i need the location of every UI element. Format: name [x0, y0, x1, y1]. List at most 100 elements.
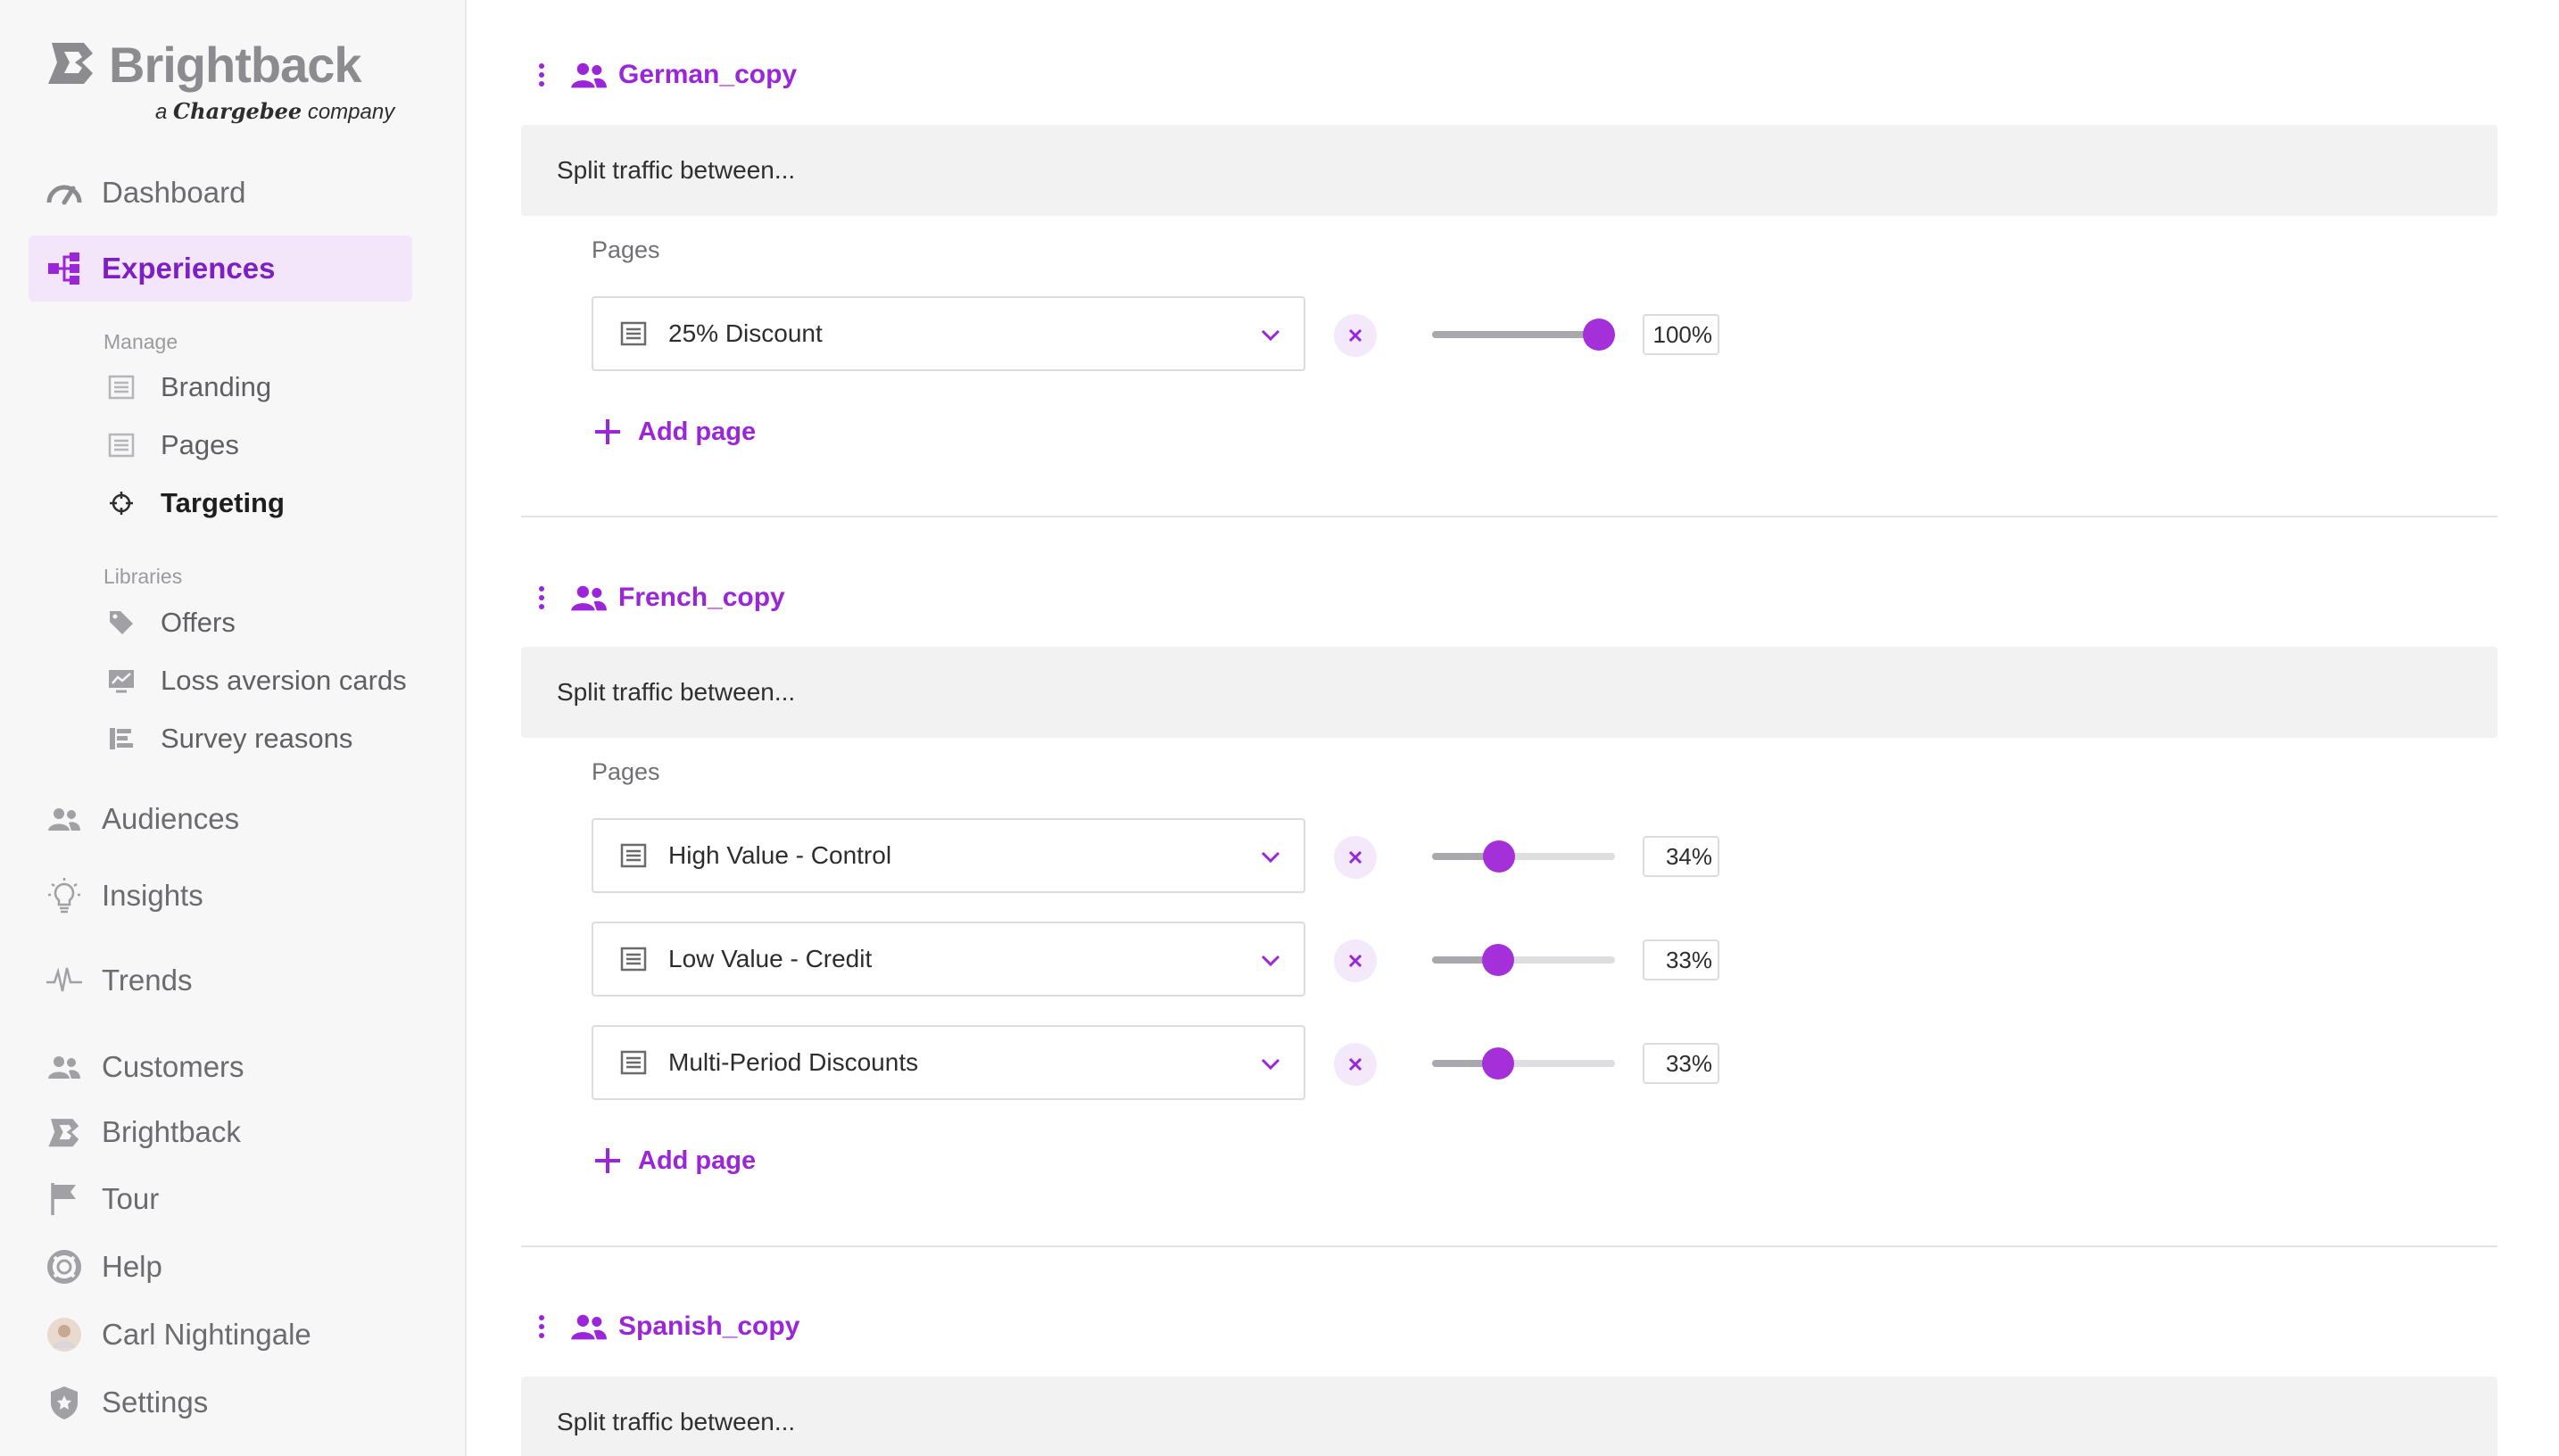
document-icon [620, 843, 647, 868]
traffic-slider[interactable] [1432, 1047, 1615, 1080]
add-page-label: Add page [638, 417, 757, 446]
slider-thumb[interactable] [1481, 944, 1514, 976]
percent-input[interactable]: 33% [1643, 1043, 1719, 1084]
group-divider [521, 516, 2497, 517]
nav-item-settings[interactable]: Settings [29, 1369, 412, 1435]
document-icon [620, 947, 647, 972]
nav-item-offers[interactable]: Offers [105, 600, 236, 645]
page-select[interactable]: 25% Discount [592, 296, 1305, 371]
plus-icon [595, 419, 620, 444]
nav-label-dashboard: Dashboard [102, 176, 246, 209]
traffic-slider[interactable] [1432, 318, 1615, 351]
nav-item-customers[interactable]: Customers [29, 1034, 412, 1100]
nav-item-help[interactable]: Help [29, 1234, 412, 1300]
close-icon [1348, 850, 1362, 864]
flow-tree-icon [45, 249, 84, 288]
nav-label-audiences: Audiences [102, 802, 240, 835]
nav-item-audiences[interactable]: Audiences [29, 786, 412, 852]
document-icon [620, 321, 647, 346]
chevron-down-icon [1261, 955, 1280, 967]
kebab-menu-icon[interactable] [533, 57, 551, 93]
chart-card-icon [105, 665, 137, 697]
nav-item-branding[interactable]: Branding [105, 365, 271, 410]
slider-thumb[interactable] [1583, 318, 1615, 351]
remove-page-button[interactable] [1334, 836, 1377, 879]
nav-item-dashboard[interactable]: Dashboard [29, 160, 412, 226]
add-page-button[interactable]: Add page [592, 1138, 756, 1183]
add-page-label: Add page [638, 1146, 757, 1175]
split-traffic-label: Split traffic between... [557, 1408, 796, 1435]
nav-label-trends: Trends [102, 964, 193, 997]
nav-item-targeting[interactable]: Targeting [105, 481, 285, 525]
remove-page-button[interactable] [1334, 314, 1377, 357]
group-name[interactable]: Spanish_copy [618, 1311, 799, 1342]
brightback-logo-icon [48, 43, 93, 84]
percent-input[interactable]: 33% [1643, 939, 1719, 980]
kebab-menu-icon[interactable] [533, 1309, 551, 1344]
nav-item-experiences[interactable]: Experiences [29, 236, 412, 302]
nav-label-targeting: Targeting [161, 487, 285, 518]
nav-label-brightback: Brightback [102, 1115, 241, 1148]
kebab-menu-icon[interactable] [533, 580, 551, 616]
percent-input[interactable]: 34% [1643, 836, 1719, 877]
page-select[interactable]: Low Value - Credit [592, 922, 1305, 997]
close-icon [1348, 328, 1362, 343]
flag-icon [45, 1179, 84, 1219]
section-label-manage: Manage [104, 330, 178, 353]
brightback-logo[interactable]: Brightback a Chargebee company [46, 36, 421, 134]
nav-label-user: Carl Nightingale [102, 1318, 311, 1351]
split-traffic-bar: Split traffic between... [521, 1377, 2497, 1456]
percent-input[interactable]: 100% [1643, 314, 1719, 355]
page-select-value: Low Value - Credit [668, 945, 873, 972]
document-icon [620, 1050, 647, 1075]
audience-users-icon [571, 1314, 607, 1340]
nav-item-brightback[interactable]: Brightback [29, 1099, 412, 1165]
chevron-down-icon [1261, 851, 1280, 864]
traffic-slider[interactable] [1432, 944, 1615, 976]
survey-list-icon [105, 723, 137, 755]
slider-thumb[interactable] [1483, 840, 1516, 873]
page-select[interactable]: Multi-Period Discounts [592, 1025, 1305, 1100]
group-name[interactable]: French_copy [618, 583, 785, 613]
group-header: French_copy [533, 571, 785, 625]
group-name[interactable]: German_copy [618, 60, 797, 90]
audience-users-icon [571, 62, 607, 88]
split-traffic-bar: Split traffic between... [521, 125, 2497, 216]
add-page-button[interactable]: Add page [592, 410, 756, 454]
nav-item-user-profile[interactable]: Carl Nightingale [29, 1302, 412, 1368]
brand-tagline: a Chargebee company [155, 98, 394, 125]
page-row: Multi-Period Discounts 33% [592, 1025, 1752, 1102]
page-select[interactable]: High Value - Control [592, 818, 1305, 893]
split-traffic-label: Split traffic between... [557, 156, 796, 184]
nav-item-trends[interactable]: Trends [29, 947, 412, 1013]
page-select-value: 25% Discount [668, 319, 823, 347]
nav-item-tour[interactable]: Tour [29, 1166, 412, 1232]
tagline-suffix: company [307, 100, 395, 124]
nav-label-loss-aversion-cards: Loss aversion cards [161, 665, 407, 696]
avatar [45, 1315, 84, 1354]
tagline-prefix: a [155, 100, 168, 124]
traffic-slider[interactable] [1432, 840, 1615, 873]
gauge-icon [45, 173, 84, 212]
nav-item-insights[interactable]: Insights [29, 863, 412, 929]
users-icon [45, 799, 84, 839]
nav-label-pages: Pages [161, 429, 239, 460]
page-row: 25% Discount 100% [592, 296, 1752, 373]
audience-users-icon [571, 585, 607, 611]
remove-page-button[interactable] [1334, 1043, 1377, 1086]
nav-label-insights: Insights [102, 879, 203, 912]
chevron-down-icon [1261, 1058, 1280, 1071]
nav-item-pages[interactable]: Pages [105, 423, 239, 467]
nav-item-loss-aversion-cards[interactable]: Loss aversion cards [105, 658, 407, 703]
lifebuoy-icon [45, 1247, 84, 1286]
tag-icon [105, 607, 137, 639]
brand-name: Brightback [109, 37, 361, 93]
close-icon [1348, 954, 1362, 968]
group-divider [521, 1245, 2497, 1247]
plus-icon [595, 1148, 620, 1173]
remove-page-button[interactable] [1334, 939, 1377, 982]
slider-fill [1432, 331, 1599, 338]
nav-item-survey-reasons[interactable]: Survey reasons [105, 716, 352, 761]
pages-label: Pages [592, 758, 660, 785]
slider-thumb[interactable] [1481, 1047, 1514, 1080]
